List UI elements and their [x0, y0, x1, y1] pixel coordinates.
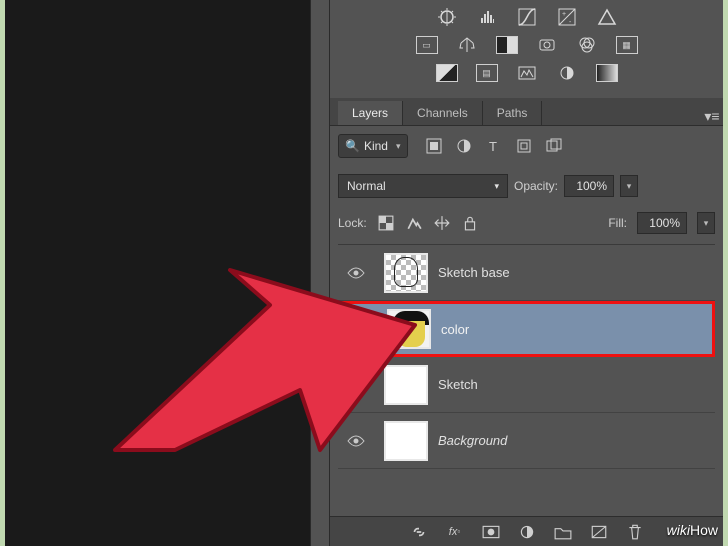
layer-thumbnail[interactable] — [384, 253, 428, 293]
lock-image-icon[interactable] — [405, 214, 423, 232]
watermark-suffix: How — [690, 522, 718, 538]
photo-filter-icon[interactable] — [534, 34, 560, 56]
tab-channels[interactable]: Channels — [403, 101, 483, 125]
layer-row[interactable]: Sketch base — [338, 245, 715, 301]
opacity-value: 100% — [576, 179, 607, 193]
filter-kind-dropdown[interactable]: 🔍 Kind ▾ — [338, 134, 408, 158]
watermark: wikiHow — [667, 522, 718, 540]
layer-name[interactable]: color — [441, 322, 469, 337]
filter-shape-icon[interactable] — [514, 137, 534, 155]
svg-text:T: T — [489, 139, 497, 154]
threshold-icon[interactable] — [514, 62, 540, 84]
fill-value: 100% — [649, 216, 680, 230]
filter-type-icon[interactable]: T — [484, 137, 504, 155]
chevron-down-icon: ▾ — [396, 141, 401, 152]
tab-channels-label: Channels — [417, 106, 468, 120]
exposure-icon[interactable]: +- — [554, 6, 580, 28]
vibrance-icon[interactable] — [594, 6, 620, 28]
visibility-toggle[interactable] — [338, 266, 374, 280]
opacity-label: Opacity: — [514, 179, 558, 193]
lock-row: Lock: Fill: 100% ▾ — [338, 206, 715, 245]
delete-layer-icon[interactable] — [625, 523, 645, 541]
panel-divider[interactable] — [310, 0, 330, 546]
blend-mode-value: Normal — [347, 179, 386, 193]
fill-caret[interactable]: ▾ — [697, 212, 715, 234]
app-frame: +- ▭ ▦ ▤ Layers Channels Paths — [5, 0, 723, 546]
tab-layers[interactable]: Layers — [338, 101, 403, 125]
panel-tabs: Layers Channels Paths ▾≡ — [330, 98, 723, 126]
lock-transparency-icon[interactable] — [377, 214, 395, 232]
visibility-toggle[interactable] — [338, 378, 374, 392]
filter-kind-label: Kind — [364, 139, 388, 153]
gradient-map-icon[interactable] — [594, 62, 620, 84]
filter-smart-object-icon[interactable] — [544, 137, 564, 155]
tab-paths-label: Paths — [497, 106, 528, 120]
adjustments-grid: +- ▭ ▦ ▤ — [338, 2, 715, 98]
color-lookup-icon[interactable]: ▦ — [614, 34, 640, 56]
selective-color-icon[interactable] — [554, 62, 580, 84]
fill-input[interactable]: 100% — [637, 212, 687, 234]
hue-sat-icon[interactable]: ▭ — [414, 34, 440, 56]
visibility-toggle[interactable] — [338, 434, 374, 448]
lock-position-icon[interactable] — [433, 214, 451, 232]
layer-row-selected[interactable]: color — [338, 301, 715, 357]
layer-fx-icon[interactable]: fx▫ — [445, 523, 465, 541]
levels-icon[interactable] — [474, 6, 500, 28]
document-canvas[interactable] — [5, 0, 310, 546]
layer-mask-icon[interactable] — [481, 523, 501, 541]
blend-row: Normal ▾ Opacity: 100% ▾ — [338, 166, 715, 206]
fill-label: Fill: — [608, 216, 627, 230]
new-adjustment-icon[interactable] — [517, 523, 537, 541]
lock-label: Lock: — [338, 216, 367, 230]
tab-paths[interactable]: Paths — [483, 101, 543, 125]
layer-filter-row: 🔍 Kind ▾ T — [338, 126, 715, 166]
layer-name[interactable]: Background — [438, 433, 507, 448]
new-layer-icon[interactable] — [589, 523, 609, 541]
canvas-area — [5, 0, 330, 546]
filter-pixel-icon[interactable] — [424, 137, 444, 155]
layer-row[interactable]: Sketch — [338, 357, 715, 413]
watermark-prefix: wiki — [667, 522, 690, 538]
layer-thumbnail[interactable] — [384, 365, 428, 405]
blend-mode-dropdown[interactable]: Normal ▾ — [338, 174, 508, 198]
right-panel: +- ▭ ▦ ▤ Layers Channels Paths — [330, 0, 723, 546]
layers-list: Sketch base color Sketch Background — [338, 245, 715, 516]
tab-layers-label: Layers — [352, 106, 388, 120]
brightness-contrast-icon[interactable] — [434, 6, 460, 28]
search-icon: 🔍 — [345, 139, 360, 153]
opacity-input[interactable]: 100% — [564, 175, 614, 197]
layer-thumbnail[interactable] — [384, 421, 428, 461]
posterize-icon[interactable]: ▤ — [474, 62, 500, 84]
layers-bottombar: fx▫ — [330, 516, 723, 546]
visibility-toggle[interactable] — [341, 322, 377, 336]
layer-row-background[interactable]: Background — [338, 413, 715, 469]
layer-name[interactable]: Sketch — [438, 377, 478, 392]
black-white-icon[interactable] — [494, 34, 520, 56]
color-balance-icon[interactable] — [454, 34, 480, 56]
panel-menu-icon[interactable]: ▾≡ — [701, 108, 723, 125]
channel-mixer-icon[interactable] — [574, 34, 600, 56]
invert-icon[interactable] — [434, 62, 460, 84]
curves-icon[interactable] — [514, 6, 540, 28]
layer-thumbnail[interactable] — [387, 309, 431, 349]
svg-text:+: + — [562, 11, 566, 18]
opacity-caret[interactable]: ▾ — [620, 175, 638, 197]
chevron-down-icon: ▾ — [494, 181, 499, 192]
link-layers-icon[interactable] — [409, 523, 429, 541]
new-group-icon[interactable] — [553, 523, 573, 541]
layer-name[interactable]: Sketch base — [438, 265, 510, 280]
filter-adjustment-icon[interactable] — [454, 137, 474, 155]
lock-all-icon[interactable] — [461, 214, 479, 232]
